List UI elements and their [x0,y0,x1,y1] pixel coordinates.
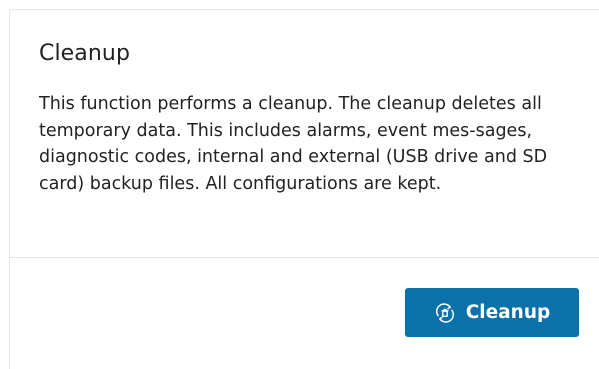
cleanup-button-label: Cleanup [465,302,551,323]
cleanup-button[interactable]: Cleanup [405,288,579,337]
divider [10,257,599,258]
panel-description: This function performs a cleanup. The cl… [39,94,548,194]
cleanup-panel: Cleanup This function performs a cleanup… [9,9,599,369]
panel-title: Cleanup [39,41,131,66]
cleanup-icon [434,302,456,324]
